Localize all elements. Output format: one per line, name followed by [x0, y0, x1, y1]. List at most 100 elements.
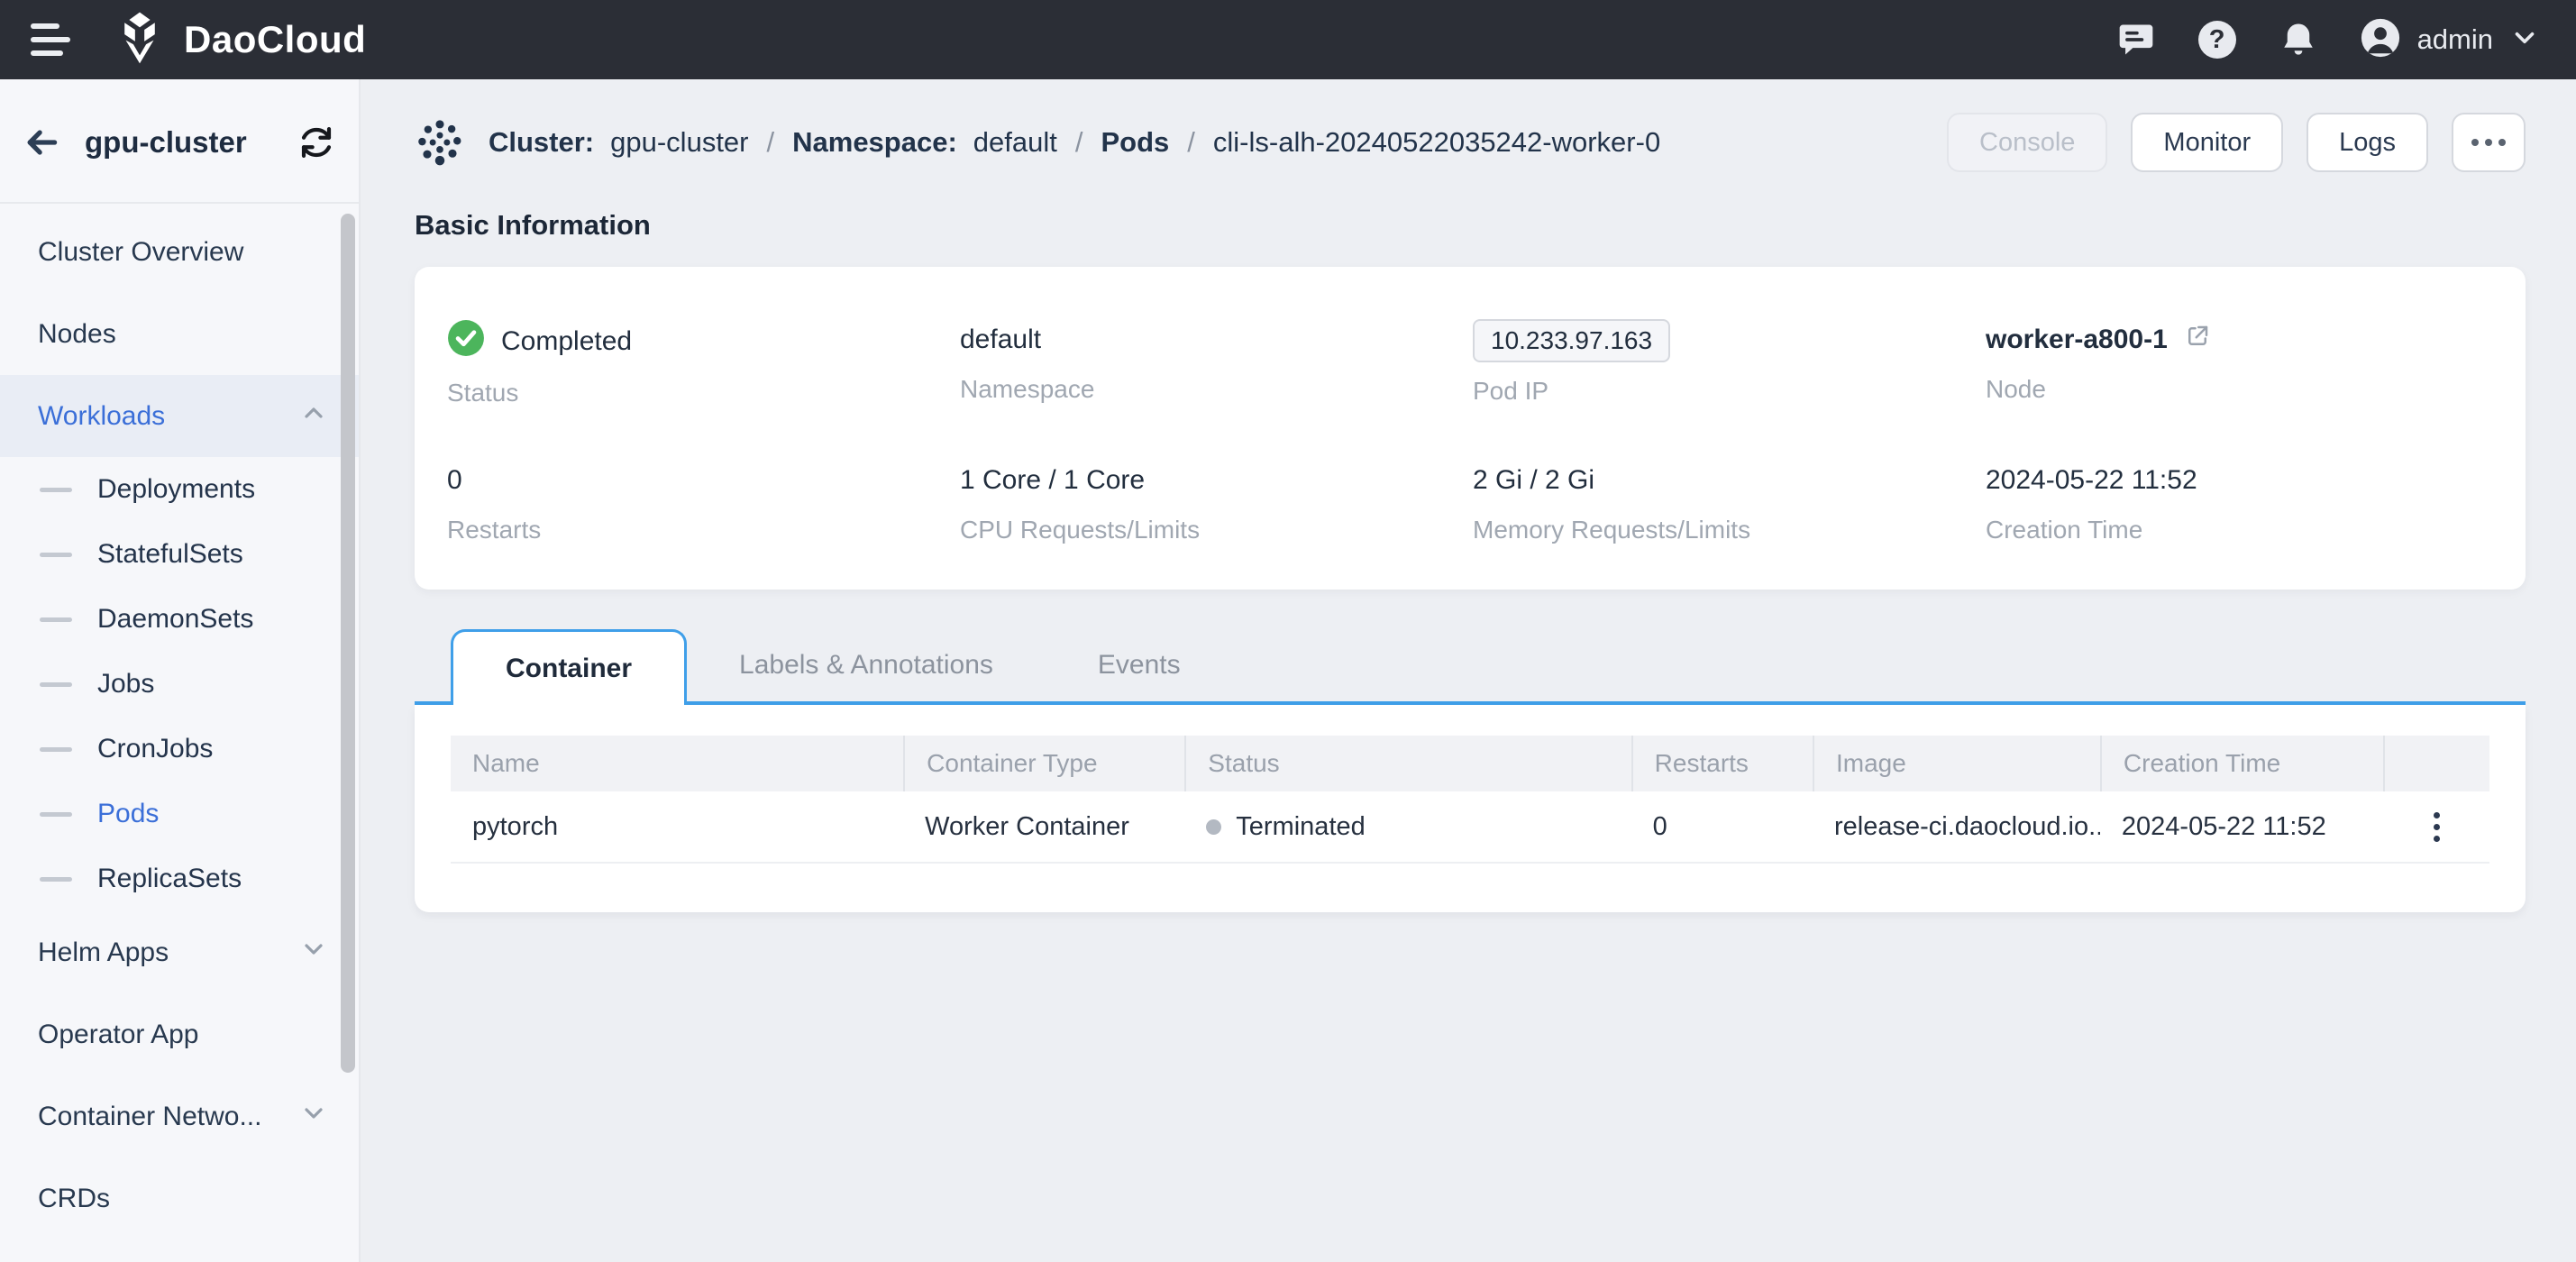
field-status: Completed Status: [447, 319, 960, 407]
external-link-icon: [2184, 323, 2211, 357]
col-header-creation-time: Creation Time: [2100, 736, 2383, 791]
cluster-dots-icon: [415, 117, 465, 168]
status-label: Status: [447, 379, 960, 407]
cell-image: release-ci.daocloud.io...: [1813, 812, 2100, 842]
sidebar-item-daemonsets[interactable]: DaemonSets: [0, 587, 359, 652]
brand-name: DaoCloud: [184, 18, 366, 61]
container-table-panel: Name Container Type Status Restarts Imag…: [415, 705, 2526, 912]
sidebar-menu: Cluster Overview Nodes Workloads Deploym…: [0, 204, 359, 1239]
col-header-actions: [2383, 736, 2489, 791]
help-icon[interactable]: ?: [2197, 20, 2237, 59]
col-header-container-type: Container Type: [903, 736, 1184, 791]
sidebar-item-helm-apps[interactable]: Helm Apps: [0, 911, 359, 993]
pod-ip-label: Pod IP: [1473, 377, 1986, 406]
bell-icon[interactable]: [2279, 20, 2318, 59]
breadcrumb-separator: /: [767, 126, 775, 159]
more-actions-button[interactable]: [2452, 113, 2526, 172]
tab-events[interactable]: Events: [1046, 629, 1233, 701]
chevron-down-icon: [299, 1099, 328, 1135]
topbar: DaoCloud ?: [0, 0, 2576, 79]
refresh-swap-icon[interactable]: [297, 123, 335, 161]
field-pod-ip: 10.233.97.163 Pod IP: [1473, 319, 1986, 407]
message-icon[interactable]: [2116, 20, 2156, 59]
sidebar-item-pods[interactable]: Pods: [0, 782, 359, 846]
monitor-button[interactable]: Monitor: [2131, 113, 2283, 172]
creation-time-label: Creation Time: [1986, 516, 2498, 544]
breadcrumb-namespace-value[interactable]: default: [973, 126, 1057, 159]
cell-status-text: Terminated: [1236, 812, 1365, 842]
chevron-down-icon: [2509, 23, 2540, 58]
row-kebab-menu-icon[interactable]: [2425, 803, 2449, 851]
sidebar-item-cluster-overview[interactable]: Cluster Overview: [0, 211, 359, 293]
logs-button[interactable]: Logs: [2307, 113, 2428, 172]
basic-information-title: Basic Information: [415, 209, 2526, 242]
breadcrumb-pod-name: cli-ls-alh-20240522035242-worker-0: [1213, 126, 1660, 159]
cell-status: Terminated: [1184, 812, 1631, 842]
username: admin: [2417, 23, 2493, 56]
back-arrow-icon[interactable]: [22, 123, 61, 162]
dash-icon: [40, 877, 72, 882]
cell-name: pytorch: [451, 812, 903, 842]
cluster-name-title: gpu-cluster: [85, 125, 274, 160]
sidebar-item-replicasets[interactable]: ReplicaSets: [0, 846, 359, 911]
sidebar-item-crds[interactable]: CRDs: [0, 1157, 359, 1239]
status-value: Completed: [501, 326, 632, 357]
action-buttons: Console Monitor Logs: [1947, 113, 2526, 172]
brand-logo[interactable]: DaoCloud: [112, 10, 366, 70]
sidebar-item-workloads[interactable]: Workloads: [0, 375, 359, 457]
dash-icon: [40, 682, 72, 687]
table-header-row: Name Container Type Status Restarts Imag…: [451, 736, 2489, 791]
chevron-up-icon: [299, 398, 328, 434]
restarts-label: Restarts: [447, 516, 960, 544]
detail-tabs: Container Labels & Annotations Events: [415, 629, 2526, 705]
sidebar-item-statefulsets[interactable]: StatefulSets: [0, 522, 359, 587]
dash-icon: [40, 747, 72, 752]
basic-information-card: Completed Status default Namespace 10.23…: [415, 267, 2526, 590]
dash-icon: [40, 488, 72, 492]
app-root: DaoCloud ?: [0, 0, 2576, 1262]
daocloud-logo-icon: [112, 10, 168, 70]
breadcrumb-separator: /: [1187, 126, 1195, 159]
field-memory: 2 Gi / 2 Gi Memory Requests/Limits: [1473, 460, 1986, 544]
node-link[interactable]: worker-a800-1: [1986, 319, 2498, 361]
main-content: Cluster: gpu-cluster / Namespace: defaul…: [361, 79, 2576, 1262]
col-header-image: Image: [1813, 736, 2100, 791]
dash-icon: [40, 553, 72, 557]
tab-container[interactable]: Container: [451, 629, 687, 705]
cell-restarts: 0: [1631, 812, 1813, 842]
cpu-value: 1 Core / 1 Core: [960, 460, 1473, 501]
sidebar-item-container-network[interactable]: Container Netwo...: [0, 1075, 359, 1157]
breadcrumb-pods[interactable]: Pods: [1101, 126, 1169, 159]
node-value: worker-a800-1: [1986, 325, 2168, 355]
status-dot-icon: [1206, 819, 1221, 835]
sidebar-item-cronjobs[interactable]: CronJobs: [0, 717, 359, 782]
namespace-value: default: [960, 319, 1473, 361]
sidebar-item-jobs[interactable]: Jobs: [0, 652, 359, 717]
field-cpu: 1 Core / 1 Core CPU Requests/Limits: [960, 460, 1473, 544]
field-namespace: default Namespace: [960, 319, 1473, 407]
sidebar-item-nodes[interactable]: Nodes: [0, 293, 359, 375]
user-menu[interactable]: admin: [2360, 17, 2540, 63]
sidebar-scrollbar[interactable]: [341, 214, 355, 1073]
breadcrumb: Cluster: gpu-cluster / Namespace: defaul…: [415, 108, 2526, 177]
table-row[interactable]: pytorch Worker Container Terminated 0 re…: [451, 791, 2489, 864]
breadcrumb-separator: /: [1075, 126, 1083, 159]
hamburger-menu-icon[interactable]: [31, 23, 72, 56]
memory-label: Memory Requests/Limits: [1473, 516, 1986, 544]
console-button[interactable]: Console: [1947, 113, 2107, 172]
cell-creation-time: 2024-05-22 11:52: [2100, 812, 2383, 842]
breadcrumb-cluster-value[interactable]: gpu-cluster: [610, 126, 748, 159]
col-header-status: Status: [1184, 736, 1631, 791]
field-creation-time: 2024-05-22 11:52 Creation Time: [1986, 460, 2498, 544]
avatar-icon: [2360, 17, 2401, 63]
dash-icon: [40, 617, 72, 622]
tab-labels-annotations[interactable]: Labels & Annotations: [687, 629, 1046, 701]
col-header-restarts: Restarts: [1631, 736, 1813, 791]
dash-icon: [40, 812, 72, 817]
field-node: worker-a800-1 Node: [1986, 319, 2498, 407]
breadcrumb-cluster-label: Cluster:: [489, 126, 594, 159]
sidebar-item-operator-app[interactable]: Operator App: [0, 993, 359, 1075]
sidebar-item-deployments[interactable]: Deployments: [0, 457, 359, 522]
cell-container-type: Worker Container: [903, 812, 1184, 842]
creation-time-value: 2024-05-22 11:52: [1986, 460, 2498, 501]
